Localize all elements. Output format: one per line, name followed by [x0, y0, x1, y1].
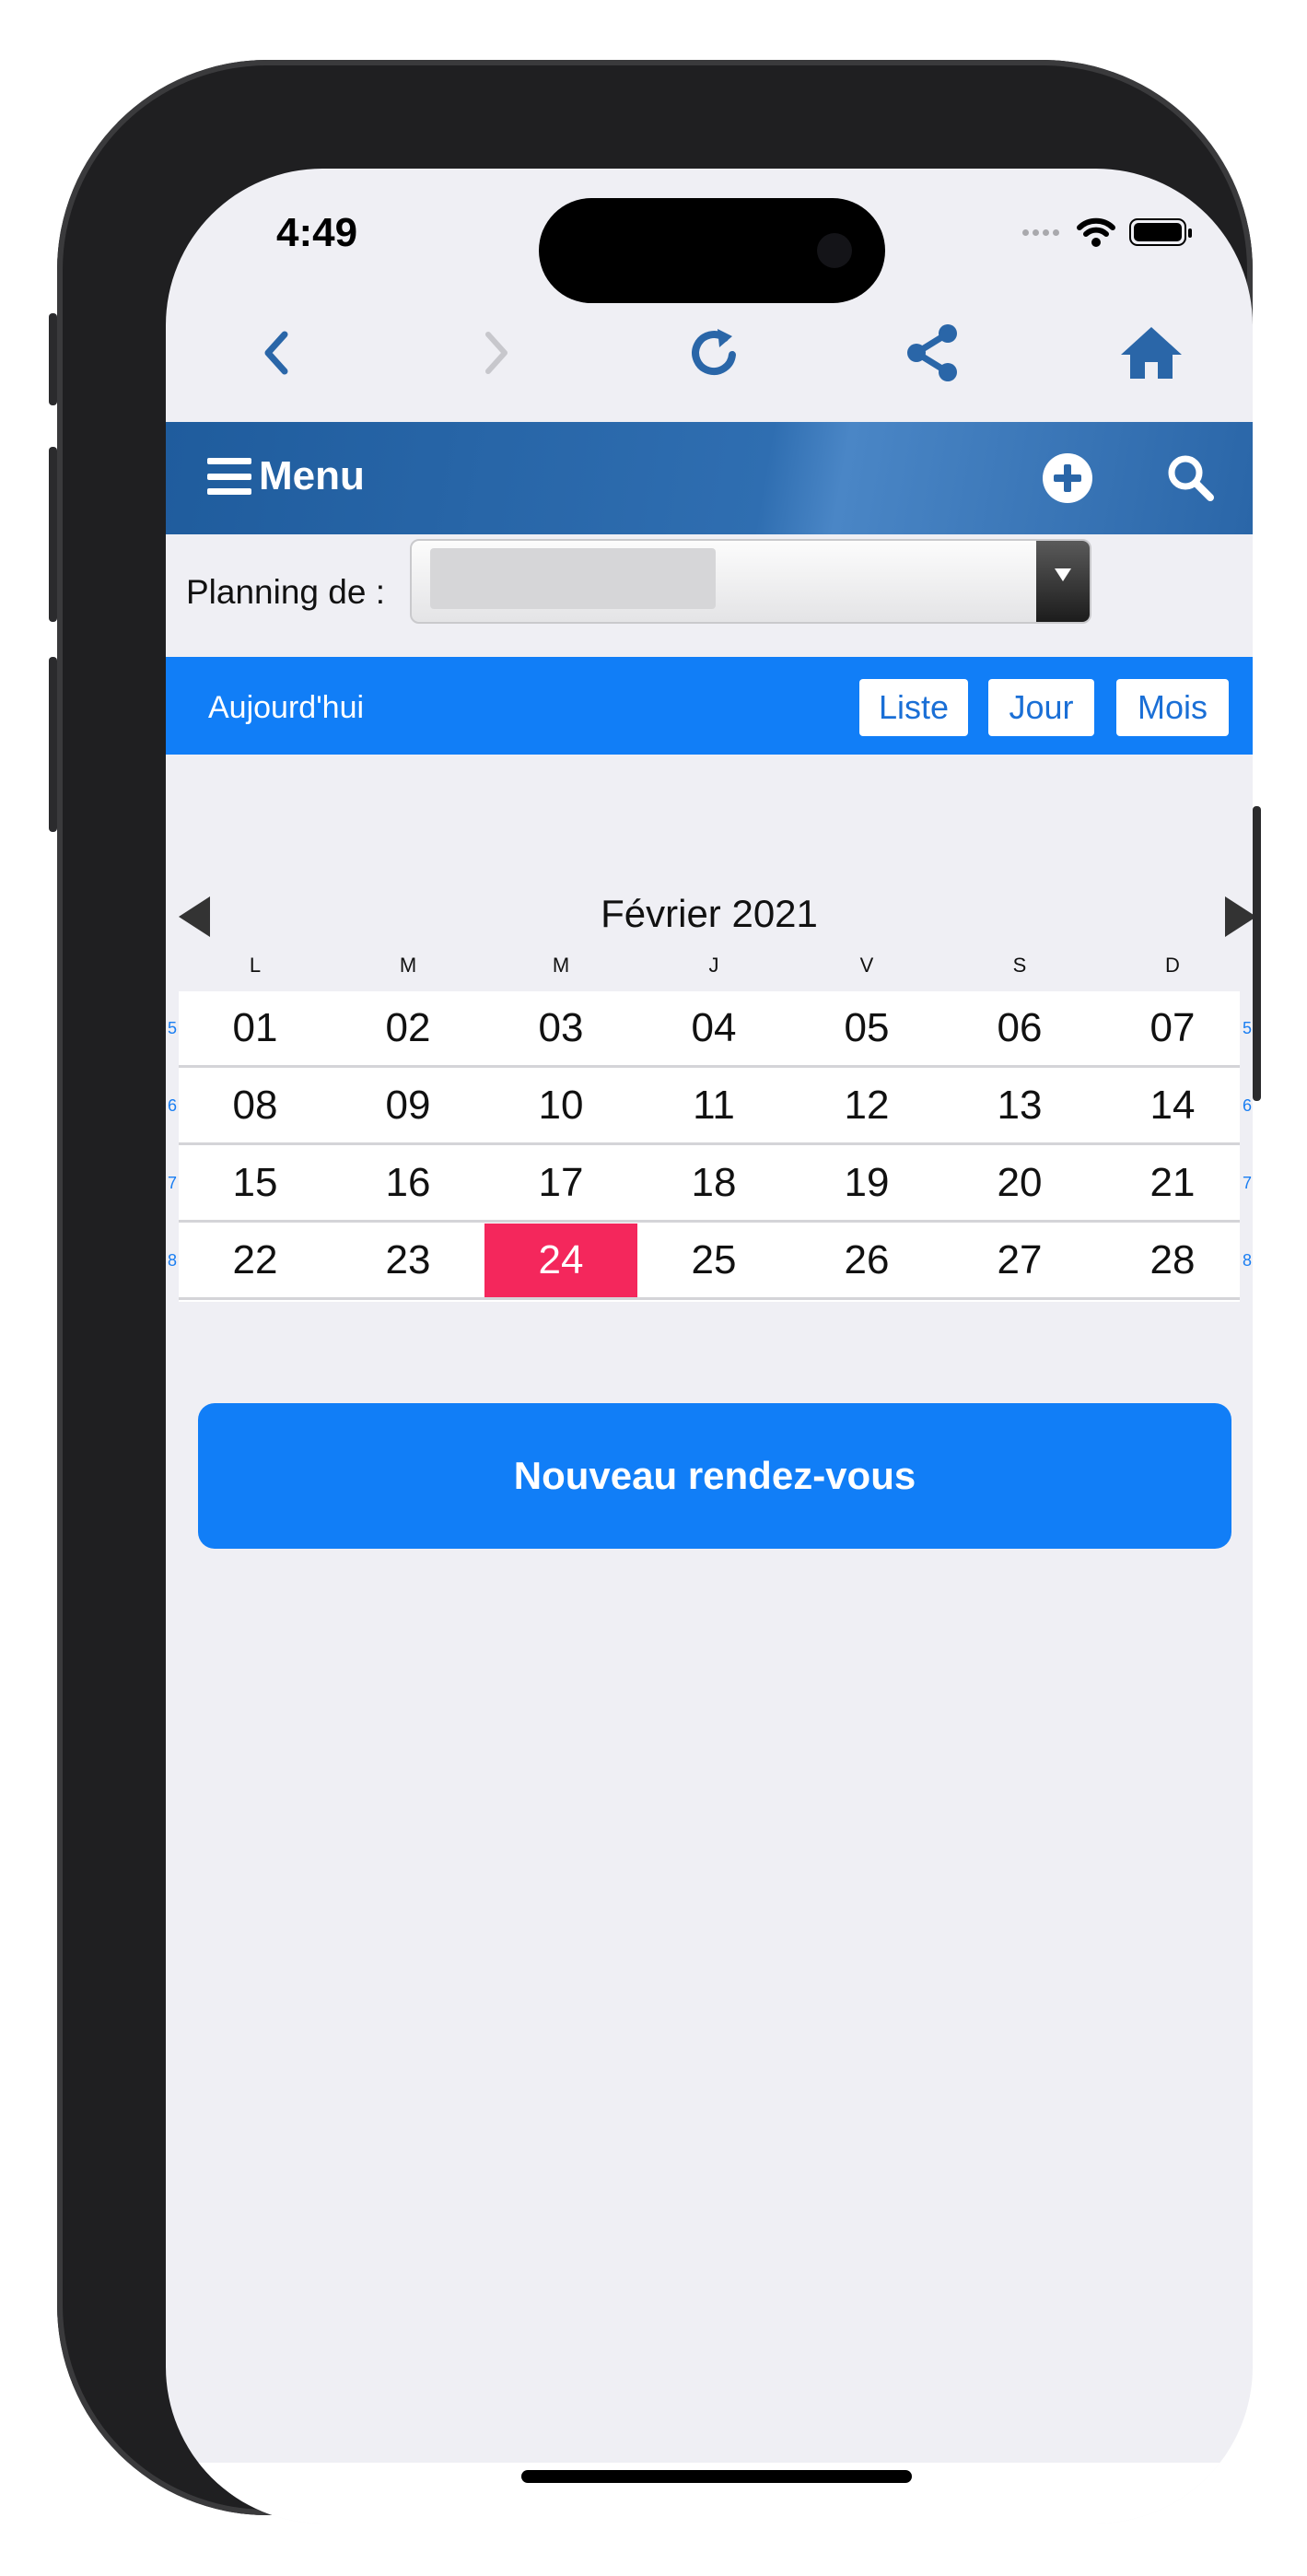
weekday-label: D: [1165, 954, 1180, 977]
signal-icon: [1022, 224, 1063, 240]
wifi-icon: [1077, 217, 1115, 247]
calendar-day[interactable]: 27: [943, 1224, 1096, 1297]
weekday-label: L: [249, 954, 262, 977]
calendar-day[interactable]: 10: [484, 1069, 637, 1142]
view-day-button[interactable]: Jour: [988, 679, 1094, 736]
week-divider: [179, 1142, 1240, 1145]
menu-button[interactable]: Menu: [207, 453, 365, 499]
calendar-day[interactable]: 22: [179, 1224, 332, 1297]
forward-button[interactable]: [455, 316, 538, 390]
calendar-day[interactable]: 26: [790, 1224, 943, 1297]
view-list-button[interactable]: Liste: [859, 679, 968, 736]
week-number: 8: [168, 1251, 178, 1270]
home-button[interactable]: [1110, 316, 1193, 390]
week-divider: [179, 1065, 1240, 1068]
week-number: 7: [168, 1174, 178, 1192]
phone-frame: 4:49 Menu Planning de: Aujourd'hui List…: [49, 60, 1261, 2523]
calendar-day[interactable]: 19: [790, 1146, 943, 1220]
planning-row: Planning de :: [166, 534, 1253, 656]
calendar-day[interactable]: 18: [637, 1146, 790, 1220]
week-number: 5: [168, 1019, 178, 1037]
add-button[interactable]: [1043, 453, 1092, 503]
today-button[interactable]: Aujourd'hui: [208, 690, 364, 726]
planning-selected-value: [430, 548, 716, 609]
home-icon: [1121, 327, 1182, 379]
new-appointment-button[interactable]: Nouveau rendez-vous: [198, 1403, 1231, 1549]
calendar-day[interactable]: 07: [1096, 991, 1249, 1065]
reload-button[interactable]: [672, 316, 755, 390]
weekday-label: M: [399, 954, 417, 977]
reload-icon: [692, 329, 736, 376]
calendar-day[interactable]: 20: [943, 1146, 1096, 1220]
week-divider: [179, 1220, 1240, 1223]
dropdown-arrow-icon: [1036, 541, 1090, 622]
share-icon: [907, 324, 957, 381]
calendar-day[interactable]: 01: [179, 991, 332, 1065]
volume-down-button: [49, 657, 57, 832]
planning-select[interactable]: [410, 539, 1091, 624]
screen: 4:49 Menu Planning de: Aujourd'hui List…: [166, 169, 1253, 2523]
calendar-day[interactable]: 14: [1096, 1069, 1249, 1142]
chevron-left-icon: [264, 331, 288, 375]
volume-up-button: [49, 447, 57, 622]
calendar-day[interactable]: 12: [790, 1069, 943, 1142]
share-button[interactable]: [891, 316, 974, 390]
status-time: 4:49: [276, 210, 358, 255]
calendar-day[interactable]: 21: [1096, 1146, 1249, 1220]
browser-nav: [166, 316, 1253, 390]
calendar-day-today[interactable]: 24: [484, 1224, 637, 1297]
calendar-day[interactable]: 08: [179, 1069, 332, 1142]
weekday-label: V: [859, 954, 874, 977]
power-button: [1253, 806, 1261, 1101]
weekday-label: M: [552, 954, 570, 977]
calendar-day[interactable]: 25: [637, 1224, 790, 1297]
calendar-day[interactable]: 17: [484, 1146, 637, 1220]
calendar-day[interactable]: 03: [484, 991, 637, 1065]
chevron-right-icon: [485, 332, 508, 374]
search-icon[interactable]: [1164, 451, 1216, 503]
calendar-day[interactable]: 23: [332, 1224, 484, 1297]
weekday-label: S: [1012, 954, 1027, 977]
calendar-day[interactable]: 11: [637, 1069, 790, 1142]
battery-icon: [1129, 218, 1192, 246]
calendar-day[interactable]: 13: [943, 1069, 1096, 1142]
calendar-day[interactable]: 28: [1096, 1224, 1249, 1297]
calendar-day[interactable]: 09: [332, 1069, 484, 1142]
app-header: Menu: [166, 422, 1253, 534]
status-icons: [1022, 217, 1192, 248]
next-month-arrow-icon[interactable]: [1225, 896, 1253, 937]
home-indicator: [521, 2470, 912, 2483]
view-toolbar: Aujourd'hui Liste Jour Mois: [166, 657, 1253, 755]
planning-label: Planning de :: [186, 573, 386, 611]
view-month-button[interactable]: Mois: [1116, 679, 1229, 736]
week-number: 6: [168, 1096, 178, 1115]
action-button: [49, 313, 57, 405]
menu-label: Menu: [259, 453, 365, 498]
calendar-day[interactable]: 05: [790, 991, 943, 1065]
weekday-label: J: [708, 954, 719, 977]
week-divider: [179, 1297, 1240, 1300]
calendar-day[interactable]: 15: [179, 1146, 332, 1220]
calendar-title: Février 2021: [601, 892, 818, 935]
dynamic-island: [539, 198, 885, 303]
back-button[interactable]: [235, 316, 318, 390]
calendar-day[interactable]: 16: [332, 1146, 484, 1220]
calendar-day[interactable]: 06: [943, 991, 1096, 1065]
calendar-day[interactable]: 02: [332, 991, 484, 1065]
hamburger-icon: [207, 458, 251, 495]
calendar-day[interactable]: 04: [637, 991, 790, 1065]
